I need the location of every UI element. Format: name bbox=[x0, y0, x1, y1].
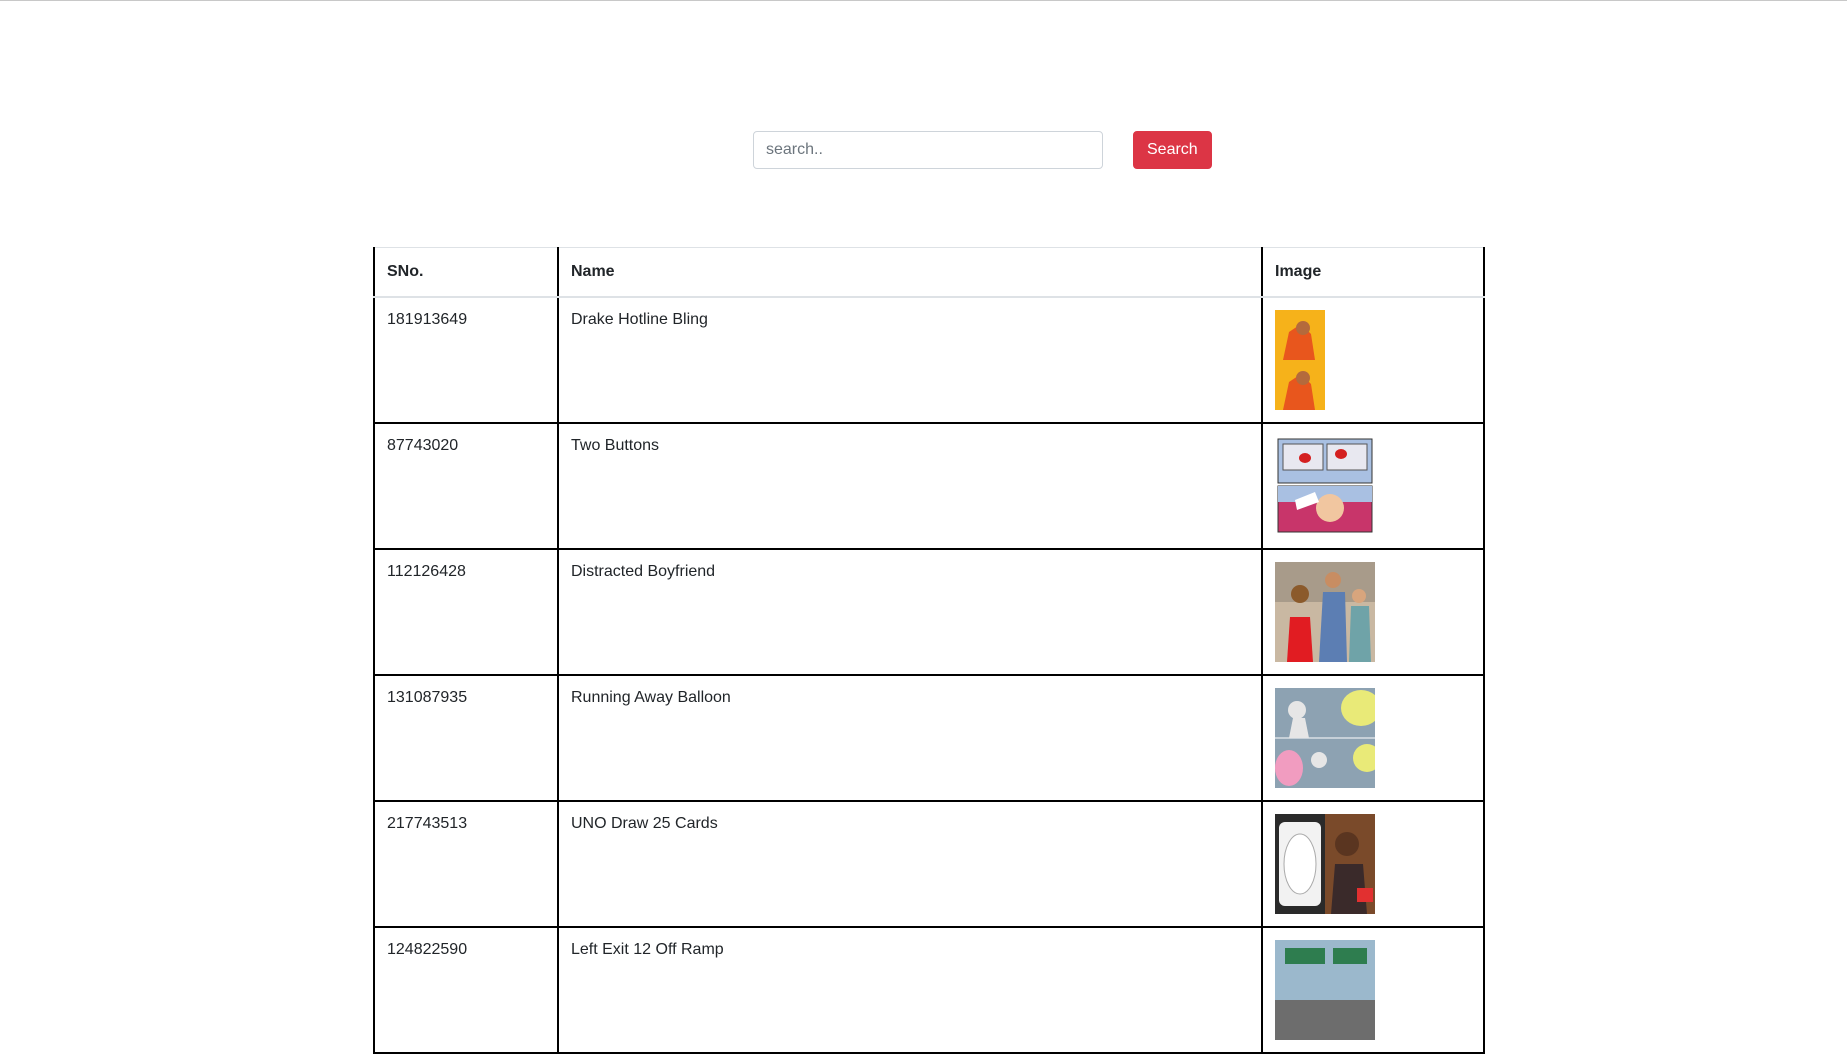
header-name: Name bbox=[557, 247, 1263, 298]
sno-cell: 131087935 bbox=[373, 675, 559, 802]
search-bar: Search bbox=[753, 131, 1212, 169]
left-exit-12-off-ramp-thumbnail bbox=[1275, 940, 1375, 1040]
running-away-balloon-thumbnail bbox=[1275, 688, 1375, 788]
distracted-boyfriend-thumbnail bbox=[1275, 562, 1375, 662]
image-cell bbox=[1261, 549, 1485, 676]
header-image: Image bbox=[1261, 247, 1485, 298]
uno-draw-25-cards-thumbnail bbox=[1275, 814, 1375, 914]
drake-hotline-bling-thumbnail bbox=[1275, 310, 1375, 410]
image-cell bbox=[1261, 297, 1485, 424]
header-sno: SNo. bbox=[373, 247, 559, 298]
table-header-row: SNo. Name Image bbox=[373, 247, 1485, 298]
name-cell: Left Exit 12 Off Ramp bbox=[557, 927, 1263, 1054]
name-cell: UNO Draw 25 Cards bbox=[557, 801, 1263, 928]
table-row: 87743020 Two Buttons bbox=[373, 423, 1485, 550]
sno-cell: 217743513 bbox=[373, 801, 559, 928]
sno-cell: 112126428 bbox=[373, 549, 559, 676]
image-cell bbox=[1261, 675, 1485, 802]
memes-table-container: SNo. Name Image 181913649 Drake Hotline … bbox=[373, 247, 1485, 1054]
table-row: 131087935 Running Away Balloon bbox=[373, 675, 1485, 802]
sno-cell: 87743020 bbox=[373, 423, 559, 550]
search-input[interactable] bbox=[753, 131, 1103, 169]
sno-cell: 124822590 bbox=[373, 927, 559, 1054]
top-divider bbox=[0, 0, 1847, 1]
name-cell: Drake Hotline Bling bbox=[557, 297, 1263, 424]
name-cell: Distracted Boyfriend bbox=[557, 549, 1263, 676]
name-cell: Running Away Balloon bbox=[557, 675, 1263, 802]
image-cell bbox=[1261, 801, 1485, 928]
two-buttons-thumbnail bbox=[1275, 436, 1375, 536]
table-row: 112126428 Distracted Boyfriend bbox=[373, 549, 1485, 676]
search-button[interactable]: Search bbox=[1133, 131, 1212, 169]
table-row: 124822590 Left Exit 12 Off Ramp bbox=[373, 927, 1485, 1054]
image-cell bbox=[1261, 927, 1485, 1054]
table-row: 181913649 Drake Hotline Bling bbox=[373, 297, 1485, 424]
memes-table: SNo. Name Image 181913649 Drake Hotline … bbox=[373, 247, 1485, 1054]
image-cell bbox=[1261, 423, 1485, 550]
sno-cell: 181913649 bbox=[373, 297, 559, 424]
table-row: 217743513 UNO Draw 25 Cards bbox=[373, 801, 1485, 928]
name-cell: Two Buttons bbox=[557, 423, 1263, 550]
